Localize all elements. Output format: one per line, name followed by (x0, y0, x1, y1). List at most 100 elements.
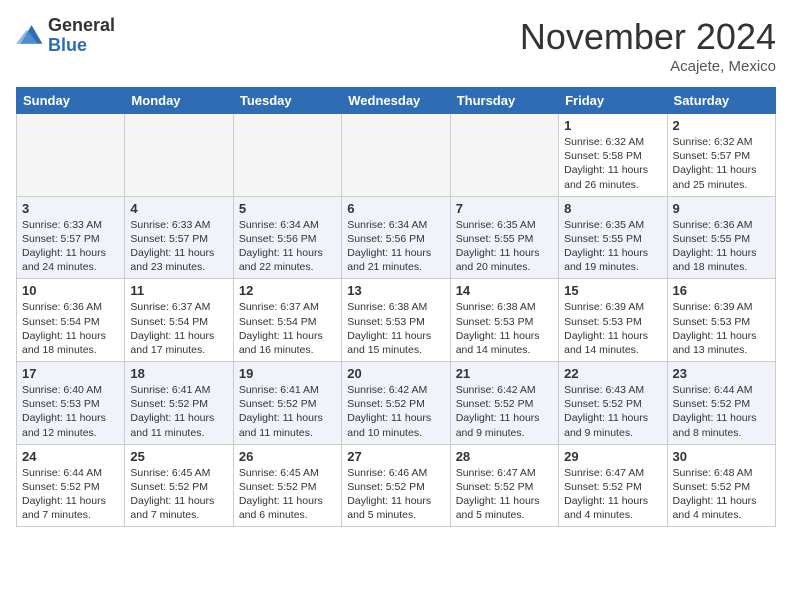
day-number: 20 (347, 366, 444, 381)
calendar-cell (342, 114, 450, 197)
day-info: Sunrise: 6:42 AM Sunset: 5:52 PM Dayligh… (347, 383, 444, 440)
day-number: 3 (22, 201, 119, 216)
calendar-cell: 27 Sunrise: 6:46 AM Sunset: 5:52 PM Dayli… (342, 444, 450, 527)
day-number: 21 (456, 366, 553, 381)
calendar-cell (450, 114, 558, 197)
day-number: 27 (347, 449, 444, 464)
day-number: 5 (239, 201, 336, 216)
day-number: 12 (239, 283, 336, 298)
title-block: November 2024 Acajete, Mexico (520, 16, 776, 75)
weekday-header-saturday: Saturday (667, 88, 775, 114)
day-info: Sunrise: 6:47 AM Sunset: 5:52 PM Dayligh… (564, 466, 661, 523)
calendar-cell: 9 Sunrise: 6:36 AM Sunset: 5:55 PM Daylig… (667, 196, 775, 279)
day-info: Sunrise: 6:43 AM Sunset: 5:52 PM Dayligh… (564, 383, 661, 440)
calendar-cell: 14 Sunrise: 6:38 AM Sunset: 5:53 PM Dayli… (450, 279, 558, 362)
calendar-cell: 15 Sunrise: 6:39 AM Sunset: 5:53 PM Dayli… (559, 279, 667, 362)
calendar-cell: 17 Sunrise: 6:40 AM Sunset: 5:53 PM Dayli… (17, 362, 125, 445)
day-number: 7 (456, 201, 553, 216)
calendar-cell: 24 Sunrise: 6:44 AM Sunset: 5:52 PM Dayli… (17, 444, 125, 527)
day-info: Sunrise: 6:39 AM Sunset: 5:53 PM Dayligh… (564, 300, 661, 357)
day-info: Sunrise: 6:44 AM Sunset: 5:52 PM Dayligh… (673, 383, 770, 440)
day-info: Sunrise: 6:42 AM Sunset: 5:52 PM Dayligh… (456, 383, 553, 440)
calendar-cell: 10 Sunrise: 6:36 AM Sunset: 5:54 PM Dayli… (17, 279, 125, 362)
calendar-cell: 2 Sunrise: 6:32 AM Sunset: 5:57 PM Daylig… (667, 114, 775, 197)
day-info: Sunrise: 6:32 AM Sunset: 5:57 PM Dayligh… (673, 135, 770, 192)
day-info: Sunrise: 6:46 AM Sunset: 5:52 PM Dayligh… (347, 466, 444, 523)
day-number: 13 (347, 283, 444, 298)
calendar-cell: 4 Sunrise: 6:33 AM Sunset: 5:57 PM Daylig… (125, 196, 233, 279)
calendar-cell: 12Sunrise: 6:37 AM Sunset: 5:54 PM Dayli… (233, 279, 341, 362)
calendar-cell: 25 Sunrise: 6:45 AM Sunset: 5:52 PM Dayli… (125, 444, 233, 527)
calendar-cell: 26 Sunrise: 6:45 AM Sunset: 5:52 PM Dayli… (233, 444, 341, 527)
day-info: Sunrise: 6:35 AM Sunset: 5:55 PM Dayligh… (564, 218, 661, 275)
day-number: 2 (673, 118, 770, 133)
weekday-header-wednesday: Wednesday (342, 88, 450, 114)
day-info: Sunrise: 6:36 AM Sunset: 5:55 PM Dayligh… (673, 218, 770, 275)
calendar-week-row: 10 Sunrise: 6:36 AM Sunset: 5:54 PM Dayli… (17, 279, 776, 362)
day-info: Sunrise: 6:35 AM Sunset: 5:55 PM Dayligh… (456, 218, 553, 275)
day-info: Sunrise: 6:47 AM Sunset: 5:52 PM Dayligh… (456, 466, 553, 523)
day-number: 17 (22, 366, 119, 381)
day-number: 19 (239, 366, 336, 381)
weekday-header-monday: Monday (125, 88, 233, 114)
day-number: 22 (564, 366, 661, 381)
day-number: 11 (130, 283, 227, 298)
day-info: Sunrise: 6:44 AM Sunset: 5:52 PM Dayligh… (22, 466, 119, 523)
calendar-week-row: 1Sunrise: 6:32 AM Sunset: 5:58 PM Daylig… (17, 114, 776, 197)
day-number: 4 (130, 201, 227, 216)
logo: General Blue (16, 16, 115, 56)
calendar-cell: 21 Sunrise: 6:42 AM Sunset: 5:52 PM Dayli… (450, 362, 558, 445)
day-number: 26 (239, 449, 336, 464)
weekday-header-thursday: Thursday (450, 88, 558, 114)
calendar-cell: 29 Sunrise: 6:47 AM Sunset: 5:52 PM Dayli… (559, 444, 667, 527)
calendar-cell: 1Sunrise: 6:32 AM Sunset: 5:58 PM Daylig… (559, 114, 667, 197)
calendar-cell (125, 114, 233, 197)
calendar-cell: 7 Sunrise: 6:35 AM Sunset: 5:55 PM Daylig… (450, 196, 558, 279)
logo-general-text: General (48, 16, 115, 36)
weekday-header-row: SundayMondayTuesdayWednesdayThursdayFrid… (17, 88, 776, 114)
calendar-cell: 19Sunrise: 6:41 AM Sunset: 5:52 PM Dayli… (233, 362, 341, 445)
day-number: 14 (456, 283, 553, 298)
day-info: Sunrise: 6:34 AM Sunset: 5:56 PM Dayligh… (239, 218, 336, 275)
weekday-header-sunday: Sunday (17, 88, 125, 114)
day-number: 16 (673, 283, 770, 298)
calendar-cell: 28 Sunrise: 6:47 AM Sunset: 5:52 PM Dayli… (450, 444, 558, 527)
calendar-cell: 6 Sunrise: 6:34 AM Sunset: 5:56 PM Daylig… (342, 196, 450, 279)
day-number: 15 (564, 283, 661, 298)
calendar-cell (17, 114, 125, 197)
logo-icon (16, 22, 44, 50)
weekday-header-friday: Friday (559, 88, 667, 114)
day-info: Sunrise: 6:38 AM Sunset: 5:53 PM Dayligh… (456, 300, 553, 357)
day-number: 29 (564, 449, 661, 464)
day-info: Sunrise: 6:39 AM Sunset: 5:53 PM Dayligh… (673, 300, 770, 357)
day-info: Sunrise: 6:36 AM Sunset: 5:54 PM Dayligh… (22, 300, 119, 357)
day-number: 1 (564, 118, 661, 133)
day-number: 28 (456, 449, 553, 464)
calendar-cell: 13 Sunrise: 6:38 AM Sunset: 5:53 PM Dayli… (342, 279, 450, 362)
day-info: Sunrise: 6:40 AM Sunset: 5:53 PM Dayligh… (22, 383, 119, 440)
day-info: Sunrise: 6:34 AM Sunset: 5:56 PM Dayligh… (347, 218, 444, 275)
day-info: Sunrise: 6:48 AM Sunset: 5:52 PM Dayligh… (673, 466, 770, 523)
day-info: Sunrise: 6:45 AM Sunset: 5:52 PM Dayligh… (130, 466, 227, 523)
calendar-week-row: 3 Sunrise: 6:33 AM Sunset: 5:57 PM Daylig… (17, 196, 776, 279)
calendar-week-row: 24 Sunrise: 6:44 AM Sunset: 5:52 PM Dayli… (17, 444, 776, 527)
day-number: 9 (673, 201, 770, 216)
calendar-cell: 5 Sunrise: 6:34 AM Sunset: 5:56 PM Daylig… (233, 196, 341, 279)
calendar-week-row: 17 Sunrise: 6:40 AM Sunset: 5:53 PM Dayli… (17, 362, 776, 445)
location-subtitle: Acajete, Mexico (520, 58, 776, 75)
calendar-cell: 22 Sunrise: 6:43 AM Sunset: 5:52 PM Dayli… (559, 362, 667, 445)
day-info: Sunrise: 6:37 AM Sunset: 5:54 PM Dayligh… (130, 300, 227, 357)
day-number: 30 (673, 449, 770, 464)
day-number: 25 (130, 449, 227, 464)
day-number: 6 (347, 201, 444, 216)
logo-blue-text: Blue (48, 36, 115, 56)
day-number: 24 (22, 449, 119, 464)
calendar-cell: 8Sunrise: 6:35 AM Sunset: 5:55 PM Daylig… (559, 196, 667, 279)
day-info: Sunrise: 6:45 AM Sunset: 5:52 PM Dayligh… (239, 466, 336, 523)
day-info: Sunrise: 6:33 AM Sunset: 5:57 PM Dayligh… (130, 218, 227, 275)
day-number: 10 (22, 283, 119, 298)
calendar-cell: 20 Sunrise: 6:42 AM Sunset: 5:52 PM Dayli… (342, 362, 450, 445)
weekday-header-tuesday: Tuesday (233, 88, 341, 114)
day-info: Sunrise: 6:38 AM Sunset: 5:53 PM Dayligh… (347, 300, 444, 357)
page-header: General Blue November 2024 Acajete, Mexi… (16, 16, 776, 75)
